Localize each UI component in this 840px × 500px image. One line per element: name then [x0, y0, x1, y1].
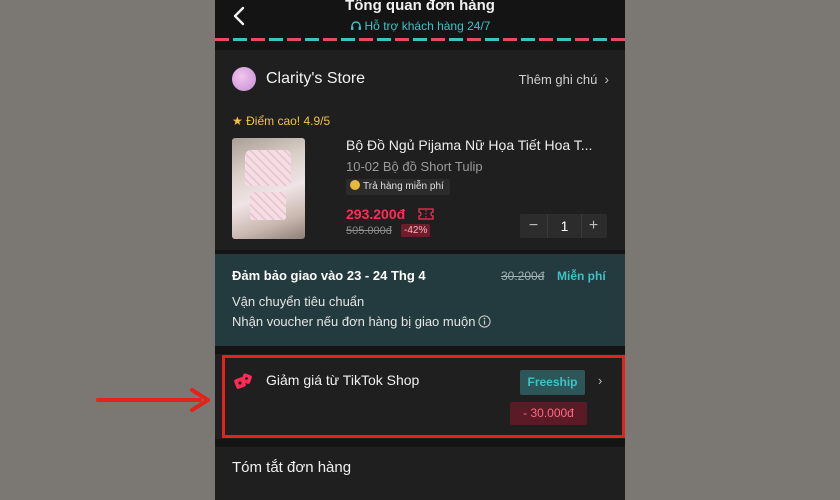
add-note-button[interactable]: Thêm ghi chú ›	[519, 71, 609, 87]
shipping-original-fee: 30.200đ	[501, 269, 545, 283]
shipping-method: Vận chuyển tiêu chuẩn	[232, 294, 365, 309]
store-avatar	[232, 67, 256, 91]
highlight-annotation-box	[222, 355, 625, 438]
star-icon: ★	[232, 114, 243, 128]
rating-text: Điểm cao! 4.9/5	[246, 114, 331, 128]
product-image-shorts	[250, 192, 286, 220]
late-delivery-voucher-note: Nhận voucher nếu đơn hàng bị giao muộn	[232, 314, 492, 329]
quantity-decrease-button[interactable]: −	[520, 214, 547, 238]
coin-icon	[350, 180, 360, 190]
order-summary-title: Tóm tắt đơn hàng	[232, 459, 352, 476]
envelope-stripe-divider	[215, 38, 625, 41]
top-header: Tổng quan đơn hàng Hỗ trợ khách hàng 24/…	[215, 0, 625, 41]
shipping-section[interactable]: Đảm bảo giao vào 23 - 24 Thg 4 30.200đ M…	[215, 254, 625, 346]
quantity-increase-button[interactable]: +	[580, 214, 607, 238]
chevron-right-icon: ›	[604, 71, 609, 87]
ticket-icon[interactable]	[418, 208, 434, 220]
product-image[interactable]	[232, 138, 305, 239]
quantity-stepper: − 1 +	[520, 214, 607, 238]
discount-percent-badge: -42%	[401, 224, 431, 237]
free-return-badge: Trả hàng miễn phí	[346, 179, 450, 195]
shipping-free-label: Miễn phí	[557, 269, 606, 283]
page-title: Tổng quan đơn hàng	[345, 0, 495, 14]
original-price: 505.000đ	[346, 225, 392, 237]
add-note-label: Thêm ghi chú	[518, 72, 598, 87]
product-variant[interactable]: 10-02 Bộ đồ Short Tulip	[346, 159, 483, 174]
headset-icon	[350, 21, 361, 30]
voucher-note-text: Nhận voucher nếu đơn hàng bị giao muộn	[232, 314, 476, 329]
phone-screen: Tổng quan đơn hàng Hỗ trợ khách hàng 24/…	[215, 0, 625, 500]
red-arrow-pointer	[96, 388, 210, 412]
support-label: Hỗ trợ khách hàng 24/7	[364, 19, 491, 33]
product-image-shirt	[245, 150, 291, 186]
quantity-value[interactable]: 1	[547, 214, 582, 238]
info-icon[interactable]	[478, 315, 492, 328]
store-name[interactable]: Clarity's Store	[266, 70, 365, 88]
store-rating: ★ Điểm cao! 4.9/5	[232, 114, 330, 128]
delivery-guarantee: Đảm bảo giao vào 23 - 24 Thg 4	[232, 268, 426, 283]
product-price: 293.200đ	[346, 206, 406, 222]
product-title[interactable]: Bộ Đồ Ngủ Pijama Nữ Họa Tiết Hoa T...	[346, 137, 610, 153]
free-return-label: Trả hàng miễn phí	[363, 181, 444, 192]
store-section: Clarity's Store Thêm ghi chú › ★ Điểm cao…	[215, 50, 625, 250]
customer-support-link[interactable]: Hỗ trợ khách hàng 24/7	[215, 19, 625, 33]
order-summary-section: Tóm tắt đơn hàng	[215, 447, 625, 500]
